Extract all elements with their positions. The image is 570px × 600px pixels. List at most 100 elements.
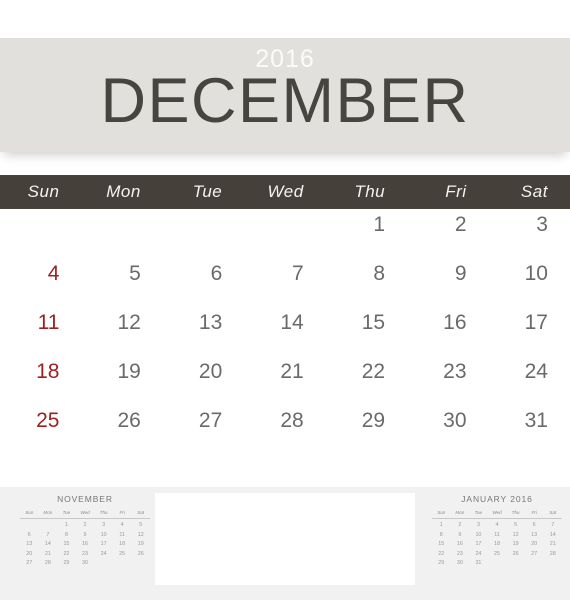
mini-date-cell-12[interactable]: 12 [131,531,150,540]
date-cell-6[interactable]: 6 [163,260,244,288]
date-cell-24[interactable]: 24 [489,358,570,386]
mini-date-cell-empty [94,559,113,568]
mini-date-cell-4[interactable]: 4 [113,521,132,530]
weekday-label-tue: Tue [192,182,223,201]
mini-date-cell-17[interactable]: 17 [469,540,488,549]
date-cell-29[interactable]: 29 [326,407,407,435]
mini-date-cell-12[interactable]: 12 [506,531,525,540]
mini-date-cell-30[interactable]: 30 [76,559,95,568]
mini-date-cell-25[interactable]: 25 [488,550,507,559]
date-cell-8[interactable]: 8 [326,260,407,288]
date-cell-5[interactable]: 5 [81,260,162,288]
mini-date-cell-19[interactable]: 19 [506,540,525,549]
date-cell-31[interactable]: 31 [489,407,570,435]
mini-week-row: 15 16 17 18 19 20 21 [432,540,562,549]
date-cell-20[interactable]: 20 [163,358,244,386]
mini-date-cell-19[interactable]: 19 [131,540,150,549]
mini-date-cell-30[interactable]: 30 [451,559,470,568]
mini-weekday-label-tue: Tue [62,510,71,515]
mini-date-cell-10[interactable]: 10 [469,531,488,540]
mini-date-cell-15[interactable]: 15 [432,540,451,549]
mini-date-cell-10[interactable]: 10 [94,531,113,540]
mini-date-cell-16[interactable]: 16 [76,540,95,549]
mini-date-cell-empty [131,559,150,568]
mini-date-cell-28[interactable]: 28 [39,559,58,568]
date-cell-17[interactable]: 17 [489,309,570,337]
mini-date-cell-20[interactable]: 20 [525,540,544,549]
mini-date-cell-14[interactable]: 14 [543,531,562,540]
mini-date-cell-20[interactable]: 20 [20,550,39,559]
mini-date-cell-empty [488,559,507,568]
mini-date-cell-26[interactable]: 26 [506,550,525,559]
mini-date-cell-6[interactable]: 6 [20,531,39,540]
mini-date-cell-22[interactable]: 22 [57,550,76,559]
mini-date-cell-13[interactable]: 13 [20,540,39,549]
date-cell-4[interactable]: 4 [0,260,81,288]
mini-date-cell-16[interactable]: 16 [451,540,470,549]
mini-date-cell-25[interactable]: 25 [113,550,132,559]
date-cell-2[interactable]: 2 [407,211,488,239]
mini-date-cell-27[interactable]: 27 [525,550,544,559]
mini-date-cell-15[interactable]: 15 [57,540,76,549]
mini-date-cell-8[interactable]: 8 [432,531,451,540]
mini-date-cell-4[interactable]: 4 [488,521,507,530]
date-cell-19[interactable]: 19 [81,358,162,386]
mini-date-cell-28[interactable]: 28 [543,550,562,559]
mini-date-cell-2[interactable]: 2 [76,521,95,530]
mini-date-cell-1[interactable]: 1 [57,521,76,530]
mini-date-cell-6[interactable]: 6 [525,521,544,530]
date-cell-1[interactable]: 1 [326,211,407,239]
mini-date-cell-24[interactable]: 24 [94,550,113,559]
mini-date-cell-21[interactable]: 21 [543,540,562,549]
mini-date-cell-8[interactable]: 8 [57,531,76,540]
mini-date-cell-31[interactable]: 31 [469,559,488,568]
mini-date-cell-11[interactable]: 11 [113,531,132,540]
date-cell-25[interactable]: 25 [0,407,81,435]
notes-box[interactable] [155,493,415,585]
date-cell-18[interactable]: 18 [0,358,81,386]
date-cell-26[interactable]: 26 [81,407,162,435]
mini-date-cell-29[interactable]: 29 [432,559,451,568]
mini-date-cell-29[interactable]: 29 [57,559,76,568]
mini-date-cell-empty [20,521,39,530]
date-cell-14[interactable]: 14 [244,309,325,337]
date-cell-28[interactable]: 28 [244,407,325,435]
date-cell-23[interactable]: 23 [407,358,488,386]
date-cell-11[interactable]: 11 [0,309,81,337]
mini-date-cell-9[interactable]: 9 [451,531,470,540]
mini-date-cell-23[interactable]: 23 [451,550,470,559]
date-cell-15[interactable]: 15 [326,309,407,337]
date-cell-22[interactable]: 22 [326,358,407,386]
mini-date-cell-24[interactable]: 24 [469,550,488,559]
mini-date-cell-7[interactable]: 7 [39,531,58,540]
mini-date-cell-1[interactable]: 1 [432,521,451,530]
date-cell-7[interactable]: 7 [244,260,325,288]
mini-date-cell-9[interactable]: 9 [76,531,95,540]
mini-date-cell-14[interactable]: 14 [39,540,58,549]
date-cell-21[interactable]: 21 [244,358,325,386]
date-cell-13[interactable]: 13 [163,309,244,337]
mini-date-cell-3[interactable]: 3 [94,521,113,530]
mini-date-cell-18[interactable]: 18 [113,540,132,549]
mini-date-cell-5[interactable]: 5 [131,521,150,530]
mini-date-cell-11[interactable]: 11 [488,531,507,540]
date-cell-9[interactable]: 9 [407,260,488,288]
date-cell-16[interactable]: 16 [407,309,488,337]
date-cell-10[interactable]: 10 [489,260,570,288]
date-cell-3[interactable]: 3 [489,211,570,239]
date-cell-12[interactable]: 12 [81,309,162,337]
mini-date-cell-3[interactable]: 3 [469,521,488,530]
mini-date-cell-18[interactable]: 18 [488,540,507,549]
mini-date-cell-21[interactable]: 21 [39,550,58,559]
mini-date-cell-5[interactable]: 5 [506,521,525,530]
mini-date-cell-17[interactable]: 17 [94,540,113,549]
mini-date-cell-27[interactable]: 27 [20,559,39,568]
mini-date-cell-23[interactable]: 23 [76,550,95,559]
date-cell-27[interactable]: 27 [163,407,244,435]
date-cell-30[interactable]: 30 [407,407,488,435]
mini-date-cell-7[interactable]: 7 [543,521,562,530]
mini-date-cell-13[interactable]: 13 [525,531,544,540]
mini-date-cell-22[interactable]: 22 [432,550,451,559]
mini-date-cell-2[interactable]: 2 [451,521,470,530]
mini-date-cell-26[interactable]: 26 [131,550,150,559]
